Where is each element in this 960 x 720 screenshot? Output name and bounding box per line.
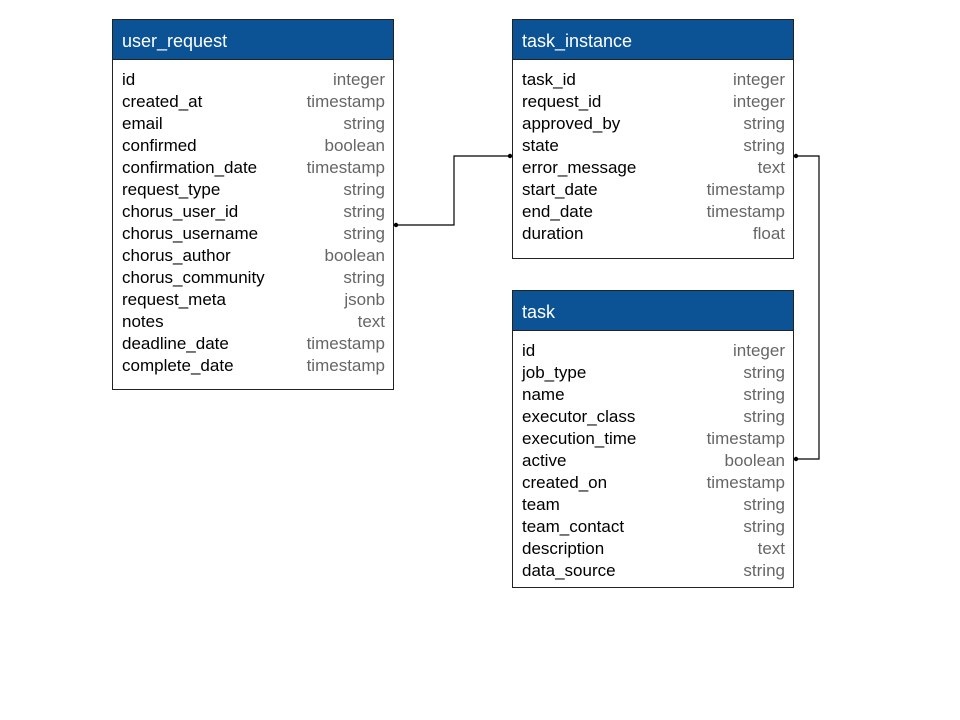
connector-task-instance-to-task: [796, 155, 820, 460]
connector-endpoint-dot: [793, 456, 799, 462]
connector-endpoint-dot: [393, 222, 399, 228]
connector-endpoint-dot: [507, 153, 513, 159]
relationship-connectors: [393, 153, 820, 462]
connector-endpoint-dot: [793, 153, 799, 159]
connector-user-request-to-task-instance: [396, 155, 510, 226]
